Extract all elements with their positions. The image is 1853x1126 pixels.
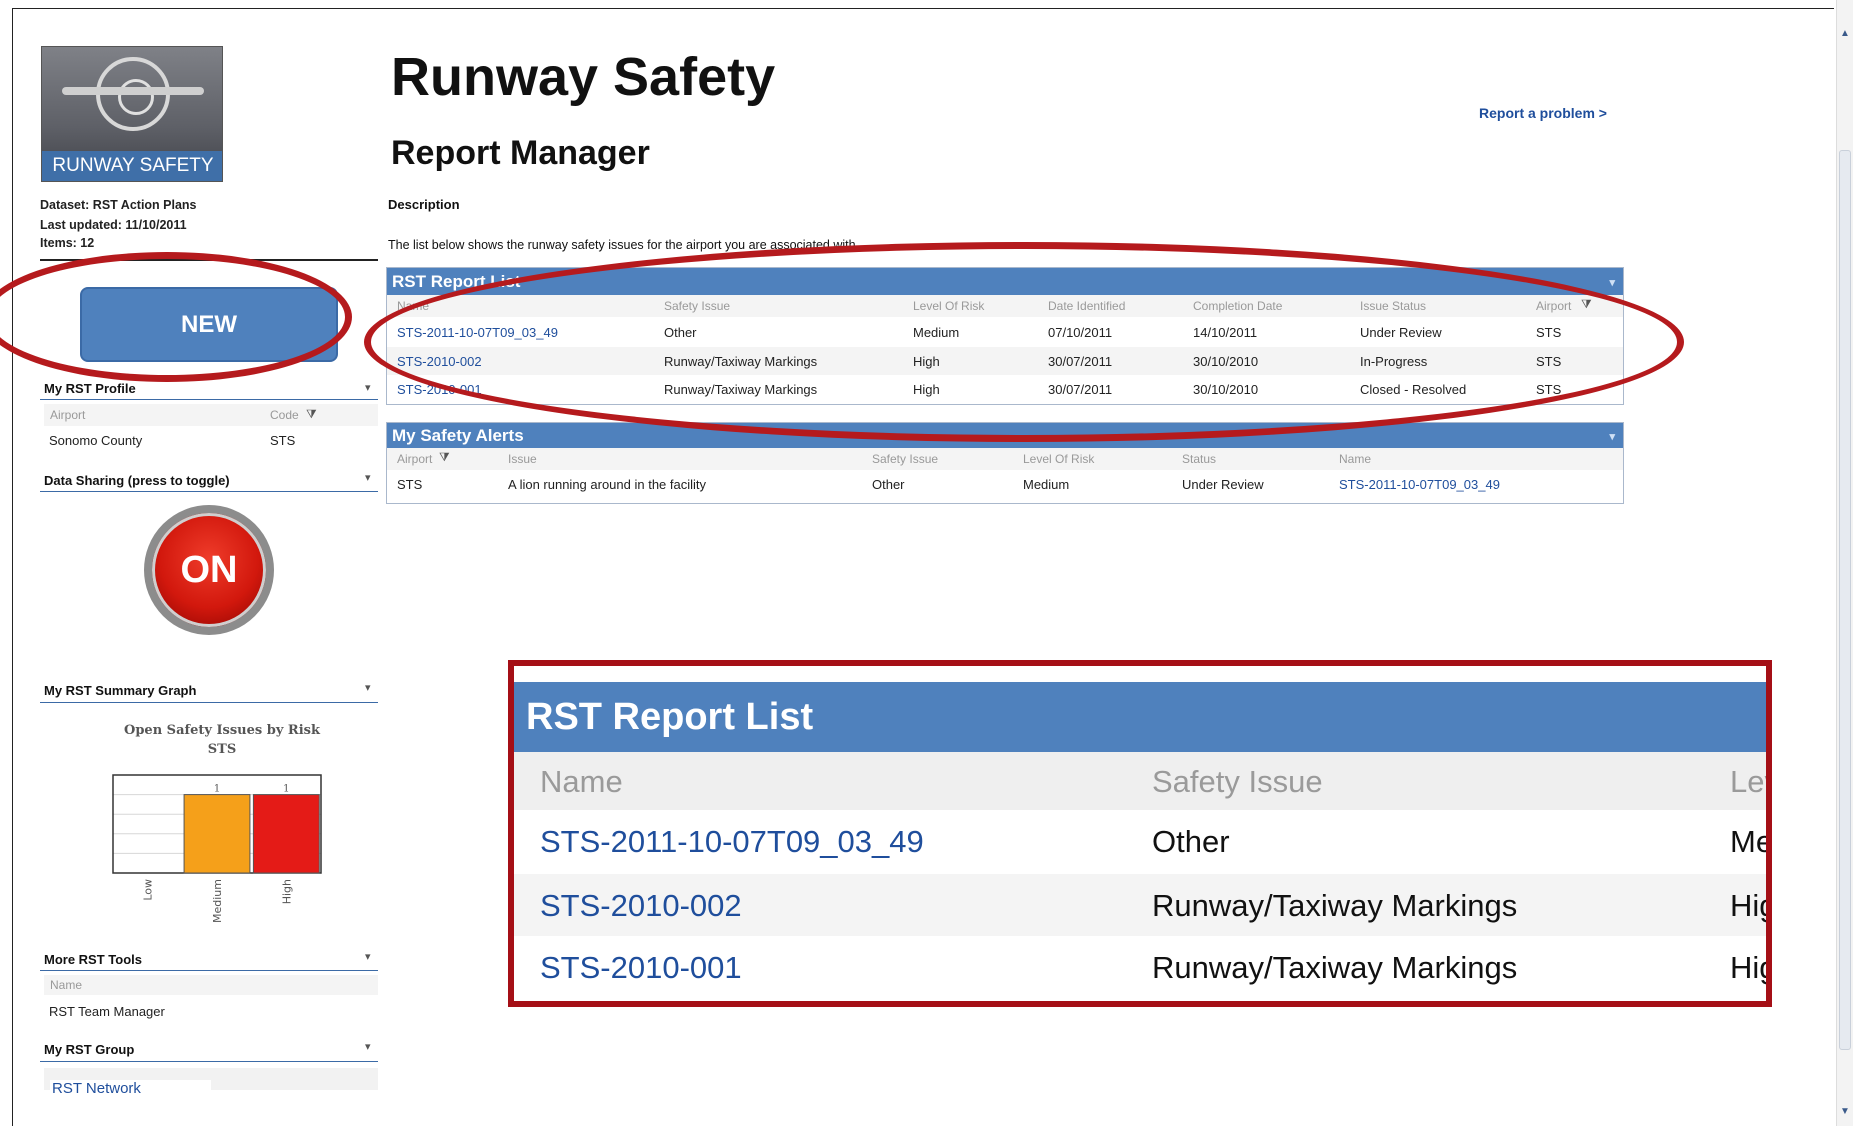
tools-col-name: Name — [50, 978, 83, 992]
alerts-filter-icon[interactable]: ⧩ — [439, 450, 450, 465]
rst-network-link[interactable]: RST Network — [50, 1080, 211, 1101]
zoom-row-level: Me — [1730, 824, 1772, 859]
safety-alerts-title: My Safety Alerts — [392, 426, 524, 445]
page-title: Runway Safety — [391, 47, 776, 107]
zoom-col-level: Lev — [1730, 764, 1766, 799]
chart-bar — [183, 794, 251, 874]
highlight-ellipse-report-list — [364, 242, 1684, 442]
tools-header-row: Name — [44, 975, 378, 995]
zoom-row-safety-issue: Runway/Taxiway Markings — [1152, 888, 1518, 923]
summary-graph-divider — [40, 702, 378, 703]
safety-alerts-collapse-icon[interactable]: ▾ — [1609, 425, 1615, 450]
profile-col-code: Code — [270, 408, 299, 422]
profile-divider — [40, 399, 378, 400]
group-divider — [40, 1061, 378, 1062]
zoom-col-name: Name — [540, 764, 623, 799]
alert-status: Under Review — [1182, 477, 1264, 492]
description-label: Description — [388, 197, 460, 212]
chart-bar — [252, 794, 320, 874]
risk-bar-chart: Low 1 Medium 1 High — [112, 774, 322, 923]
zoom-row-level: Hig — [1730, 950, 1772, 985]
chart-data-label: 1 — [283, 784, 289, 795]
page-subtitle: Report Manager — [391, 134, 650, 172]
last-updated: Last updated: 11/10/2011 — [40, 218, 187, 232]
zoom-report-list-title: RST Report List — [514, 682, 1766, 752]
alerts-col-issue[interactable]: Issue — [508, 452, 537, 466]
chart-subtitle: STS — [207, 742, 237, 757]
filter-icon[interactable]: ⧩ — [306, 407, 317, 422]
tools-title: More RST Tools — [44, 952, 142, 967]
chart-category-label: Low — [142, 879, 155, 901]
chart-data-label: 1 — [214, 784, 220, 795]
report-problem-link[interactable]: Report a problem > — [1479, 105, 1607, 121]
data-sharing-toggle[interactable]: ON — [144, 505, 274, 635]
group-collapse-icon[interactable]: ▾ — [365, 1040, 371, 1053]
table-row[interactable]: STS A lion running around in the facilit… — [387, 472, 1623, 498]
alerts-col-safety-issue[interactable]: Safety Issue — [872, 452, 938, 466]
tools-collapse-icon[interactable]: ▾ — [365, 950, 371, 963]
profile-title: My RST Profile — [44, 381, 136, 396]
zoom-row-name: STS-2010-002 — [540, 888, 742, 923]
alerts-col-status[interactable]: Status — [1182, 452, 1216, 466]
profile-header-row: Airport Code ⧩ — [44, 404, 378, 426]
tools-divider — [40, 970, 378, 971]
profile-airport-value: Sonomo County — [49, 433, 143, 448]
items-count: Items: 12 — [40, 236, 95, 250]
safety-alerts-column-header: Airport ⧩ Issue Safety Issue Level Of Ri… — [387, 448, 1623, 470]
zoom-table-row: STS-2011-10-07T09_03_49 Other Me — [514, 812, 1766, 874]
zoom-table-row: STS-2010-002 Runway/Taxiway Markings Hig — [514, 874, 1766, 936]
data-sharing-divider — [40, 491, 378, 492]
zoom-column-header: Name Safety Issue Lev — [514, 752, 1766, 810]
runway-safety-logo: RUNWAY SAFETY — [41, 46, 223, 182]
alert-issue: A lion running around in the facility — [508, 477, 707, 492]
chart-title: Open Safety Issues by Risk — [124, 723, 320, 738]
group-title: My RST Group — [44, 1042, 135, 1057]
scrollbar-thumb[interactable] — [1839, 150, 1851, 1050]
zoom-col-safety-issue: Safety Issue — [1152, 764, 1323, 799]
zoom-callout: RST Report List Name Safety Issue Lev ST… — [508, 660, 1772, 1007]
alert-level-of-risk: Medium — [1023, 477, 1070, 492]
profile-collapse-icon[interactable]: ▾ — [365, 381, 371, 394]
alert-safety-issue: Other — [872, 477, 905, 492]
alerts-col-name[interactable]: Name — [1339, 452, 1371, 466]
zoom-row-name: STS-2010-001 — [540, 950, 742, 985]
zoom-row-level: Hig — [1730, 888, 1772, 923]
scroll-up-arrow-icon[interactable]: ▲ — [1839, 28, 1851, 40]
logo-caption: RUNWAY SAFETY — [42, 151, 222, 181]
data-sharing-title: Data Sharing (press to toggle) — [44, 473, 230, 488]
zoom-row-safety-issue: Runway/Taxiway Markings — [1152, 950, 1518, 985]
alerts-col-level-of-risk[interactable]: Level Of Risk — [1023, 452, 1094, 466]
alert-name-link[interactable]: STS-2011-10-07T09_03_49 — [1339, 477, 1500, 492]
alerts-col-airport[interactable]: Airport — [397, 452, 432, 466]
logo-wings — [62, 87, 204, 95]
alert-airport: STS — [397, 477, 423, 492]
zoom-table-row: STS-2010-001 Runway/Taxiway Markings Hig — [514, 938, 1766, 1000]
zoom-row-name: STS-2011-10-07T09_03_49 — [540, 824, 924, 859]
dataset-name: Dataset: RST Action Plans — [40, 198, 197, 212]
data-sharing-collapse-icon[interactable]: ▾ — [365, 471, 371, 484]
summary-graph-title: My RST Summary Graph — [44, 683, 197, 698]
profile-code-value: STS — [270, 433, 296, 448]
zoom-row-safety-issue: Other — [1152, 824, 1230, 859]
profile-col-airport: Airport — [50, 408, 86, 422]
summary-graph-collapse-icon[interactable]: ▾ — [365, 681, 371, 694]
report-list-collapse-icon[interactable]: ▾ — [1609, 270, 1615, 297]
rst-team-manager-link[interactable]: RST Team Manager — [49, 1004, 165, 1019]
chart-category-label: Medium — [211, 879, 224, 923]
chart-category-label: High — [280, 879, 293, 904]
scroll-down-arrow-icon[interactable]: ▼ — [1839, 1106, 1851, 1118]
